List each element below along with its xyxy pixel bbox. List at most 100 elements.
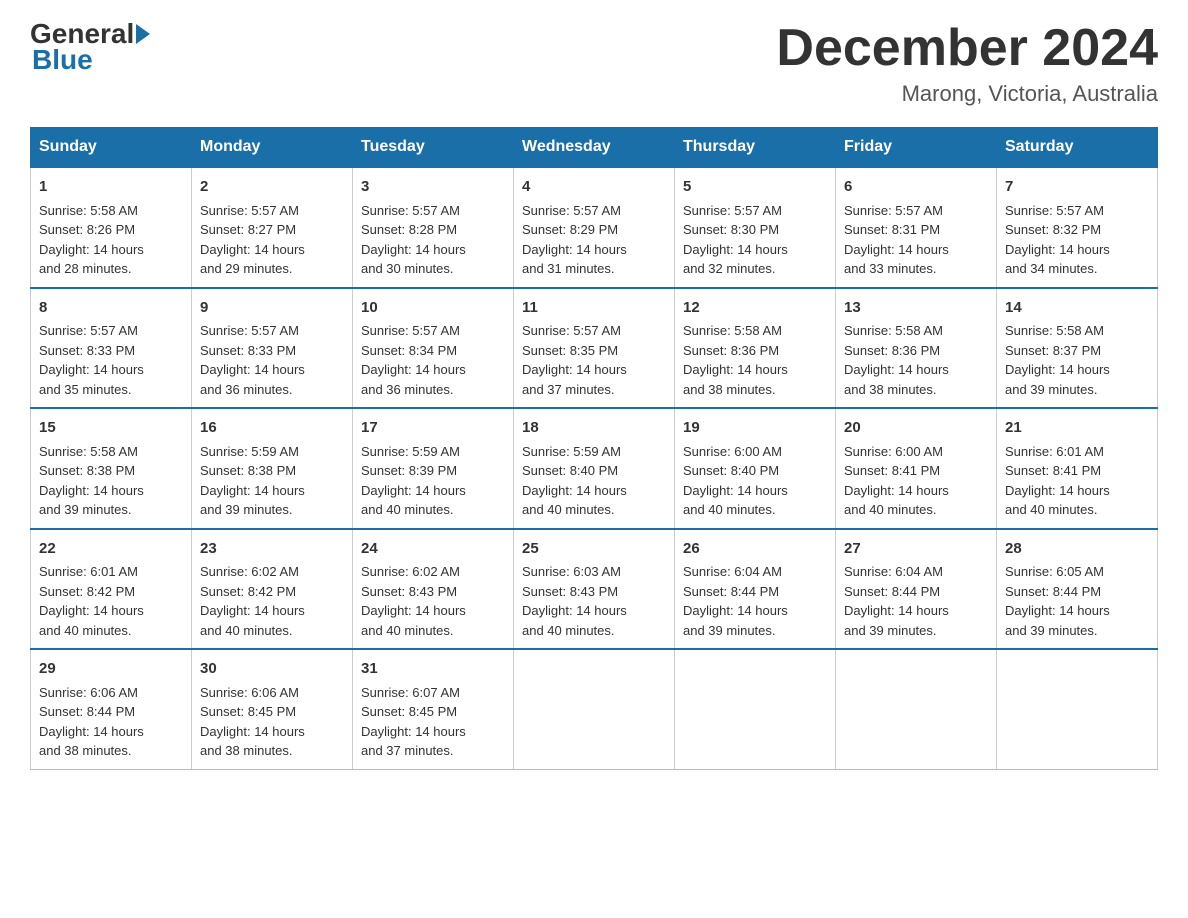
sunrise-label: Sunrise: 5:58 AM: [1005, 323, 1104, 338]
calendar-table: SundayMondayTuesdayWednesdayThursdayFrid…: [30, 127, 1158, 770]
sunset-label: Sunset: 8:33 PM: [200, 343, 296, 358]
day-number: 2: [200, 176, 344, 199]
calendar-cell: 8 Sunrise: 5:57 AM Sunset: 8:33 PM Dayli…: [31, 288, 192, 409]
daylight-minutes: and 40 minutes.: [1005, 502, 1098, 517]
calendar-cell: 13 Sunrise: 5:58 AM Sunset: 8:36 PM Dayl…: [836, 288, 997, 409]
daylight-label: Daylight: 14 hours: [683, 362, 788, 377]
daylight-minutes: and 40 minutes.: [361, 502, 454, 517]
sunrise-label: Sunrise: 5:59 AM: [522, 444, 621, 459]
calendar-week-row: 29 Sunrise: 6:06 AM Sunset: 8:44 PM Dayl…: [31, 649, 1158, 769]
daylight-minutes: and 39 minutes.: [683, 623, 776, 638]
sunset-label: Sunset: 8:28 PM: [361, 222, 457, 237]
sunset-label: Sunset: 8:42 PM: [200, 584, 296, 599]
day-number: 3: [361, 176, 505, 199]
daylight-label: Daylight: 14 hours: [361, 362, 466, 377]
daylight-minutes: and 40 minutes.: [522, 502, 615, 517]
calendar-cell: 31 Sunrise: 6:07 AM Sunset: 8:45 PM Dayl…: [353, 649, 514, 769]
sunset-label: Sunset: 8:36 PM: [844, 343, 940, 358]
daylight-label: Daylight: 14 hours: [1005, 603, 1110, 618]
sunset-label: Sunset: 8:31 PM: [844, 222, 940, 237]
sunset-label: Sunset: 8:29 PM: [522, 222, 618, 237]
daylight-label: Daylight: 14 hours: [1005, 242, 1110, 257]
sunrise-label: Sunrise: 6:07 AM: [361, 685, 460, 700]
calendar-cell: 7 Sunrise: 5:57 AM Sunset: 8:32 PM Dayli…: [997, 167, 1158, 288]
daylight-minutes: and 37 minutes.: [522, 382, 615, 397]
day-number: 13: [844, 297, 988, 320]
day-number: 30: [200, 658, 344, 681]
calendar-cell: [675, 649, 836, 769]
daylight-label: Daylight: 14 hours: [39, 483, 144, 498]
sunrise-label: Sunrise: 5:59 AM: [200, 444, 299, 459]
day-number: 23: [200, 538, 344, 561]
sunset-label: Sunset: 8:30 PM: [683, 222, 779, 237]
daylight-minutes: and 39 minutes.: [844, 623, 937, 638]
sunrise-label: Sunrise: 6:04 AM: [683, 564, 782, 579]
daylight-minutes: and 28 minutes.: [39, 261, 132, 276]
sunrise-label: Sunrise: 6:04 AM: [844, 564, 943, 579]
daylight-label: Daylight: 14 hours: [844, 242, 949, 257]
sunrise-label: Sunrise: 6:05 AM: [1005, 564, 1104, 579]
day-number: 11: [522, 297, 666, 320]
logo-blue: Blue: [30, 44, 93, 76]
daylight-label: Daylight: 14 hours: [361, 603, 466, 618]
daylight-minutes: and 32 minutes.: [683, 261, 776, 276]
calendar-cell: 28 Sunrise: 6:05 AM Sunset: 8:44 PM Dayl…: [997, 529, 1158, 650]
calendar-cell: 20 Sunrise: 6:00 AM Sunset: 8:41 PM Dayl…: [836, 408, 997, 529]
sunset-label: Sunset: 8:41 PM: [1005, 463, 1101, 478]
calendar-cell: [836, 649, 997, 769]
day-number: 22: [39, 538, 183, 561]
daylight-minutes: and 34 minutes.: [1005, 261, 1098, 276]
page-header: General Blue December 2024 Marong, Victo…: [30, 20, 1158, 107]
title-section: December 2024 Marong, Victoria, Australi…: [776, 20, 1158, 107]
sunrise-label: Sunrise: 5:57 AM: [683, 203, 782, 218]
calendar-cell: 25 Sunrise: 6:03 AM Sunset: 8:43 PM Dayl…: [514, 529, 675, 650]
sunset-label: Sunset: 8:39 PM: [361, 463, 457, 478]
day-number: 9: [200, 297, 344, 320]
sunset-label: Sunset: 8:27 PM: [200, 222, 296, 237]
calendar-header-monday: Monday: [192, 128, 353, 168]
month-title: December 2024: [776, 20, 1158, 77]
calendar-cell: 18 Sunrise: 5:59 AM Sunset: 8:40 PM Dayl…: [514, 408, 675, 529]
daylight-label: Daylight: 14 hours: [200, 483, 305, 498]
sunrise-label: Sunrise: 5:58 AM: [683, 323, 782, 338]
calendar-header-sunday: Sunday: [31, 128, 192, 168]
sunset-label: Sunset: 8:40 PM: [522, 463, 618, 478]
day-number: 15: [39, 417, 183, 440]
calendar-cell: [997, 649, 1158, 769]
day-number: 10: [361, 297, 505, 320]
sunrise-label: Sunrise: 5:57 AM: [1005, 203, 1104, 218]
day-number: 25: [522, 538, 666, 561]
sunrise-label: Sunrise: 5:59 AM: [361, 444, 460, 459]
daylight-minutes: and 40 minutes.: [200, 623, 293, 638]
day-number: 4: [522, 176, 666, 199]
calendar-cell: 3 Sunrise: 5:57 AM Sunset: 8:28 PM Dayli…: [353, 167, 514, 288]
calendar-cell: 6 Sunrise: 5:57 AM Sunset: 8:31 PM Dayli…: [836, 167, 997, 288]
daylight-label: Daylight: 14 hours: [844, 362, 949, 377]
calendar-cell: 10 Sunrise: 5:57 AM Sunset: 8:34 PM Dayl…: [353, 288, 514, 409]
calendar-cell: 9 Sunrise: 5:57 AM Sunset: 8:33 PM Dayli…: [192, 288, 353, 409]
day-number: 6: [844, 176, 988, 199]
daylight-label: Daylight: 14 hours: [39, 242, 144, 257]
sunrise-label: Sunrise: 5:57 AM: [844, 203, 943, 218]
daylight-label: Daylight: 14 hours: [844, 483, 949, 498]
sunrise-label: Sunrise: 6:00 AM: [683, 444, 782, 459]
daylight-minutes: and 39 minutes.: [1005, 623, 1098, 638]
daylight-minutes: and 40 minutes.: [844, 502, 937, 517]
logo-arrow-icon: [136, 24, 150, 44]
daylight-minutes: and 39 minutes.: [200, 502, 293, 517]
sunrise-label: Sunrise: 5:57 AM: [522, 323, 621, 338]
calendar-cell: 14 Sunrise: 5:58 AM Sunset: 8:37 PM Dayl…: [997, 288, 1158, 409]
calendar-week-row: 22 Sunrise: 6:01 AM Sunset: 8:42 PM Dayl…: [31, 529, 1158, 650]
sunrise-label: Sunrise: 5:57 AM: [361, 203, 460, 218]
daylight-minutes: and 40 minutes.: [522, 623, 615, 638]
logo: General Blue: [30, 20, 152, 76]
daylight-label: Daylight: 14 hours: [522, 483, 627, 498]
daylight-label: Daylight: 14 hours: [522, 362, 627, 377]
sunset-label: Sunset: 8:26 PM: [39, 222, 135, 237]
calendar-cell: 22 Sunrise: 6:01 AM Sunset: 8:42 PM Dayl…: [31, 529, 192, 650]
calendar-cell: 30 Sunrise: 6:06 AM Sunset: 8:45 PM Dayl…: [192, 649, 353, 769]
sunset-label: Sunset: 8:40 PM: [683, 463, 779, 478]
sunrise-label: Sunrise: 6:01 AM: [39, 564, 138, 579]
daylight-label: Daylight: 14 hours: [39, 362, 144, 377]
sunrise-label: Sunrise: 6:02 AM: [200, 564, 299, 579]
